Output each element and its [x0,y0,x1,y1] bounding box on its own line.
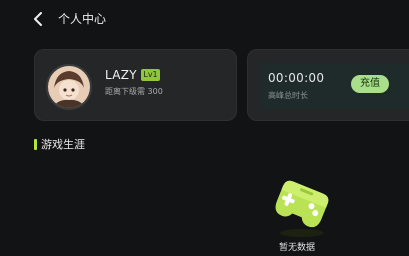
avatar[interactable] [46,64,92,110]
username: LAZY . [105,68,146,82]
playtime-panel: 00:00:00 高峰总时长 充值 [259,63,409,109]
playtime-card: 00:00:00 高峰总时长 充值 [247,49,409,121]
back-button[interactable] [30,11,46,27]
chevron-left-icon [34,12,42,26]
level-progress-text: 距离下级需 300 [105,87,163,96]
gamepad-icon [275,180,329,237]
avatar-image [48,66,90,108]
empty-state-illustration [262,176,334,240]
profile-card: LAZY . 距离下级需 300 [34,49,237,121]
empty-state-text: 暂无数据 [279,243,316,253]
page-title: 个人中心 [58,12,107,26]
section-accent-bar [34,139,37,150]
section-title: 游戏生涯 [41,138,85,151]
header-bar: 个人中心 [0,0,409,38]
level-badge: Lv1 [141,69,160,81]
recharge-button[interactable]: 充值 [351,75,389,93]
playtime-label: 高峰总时长 [268,91,308,100]
playtime-value: 00:00:00 [268,71,325,85]
